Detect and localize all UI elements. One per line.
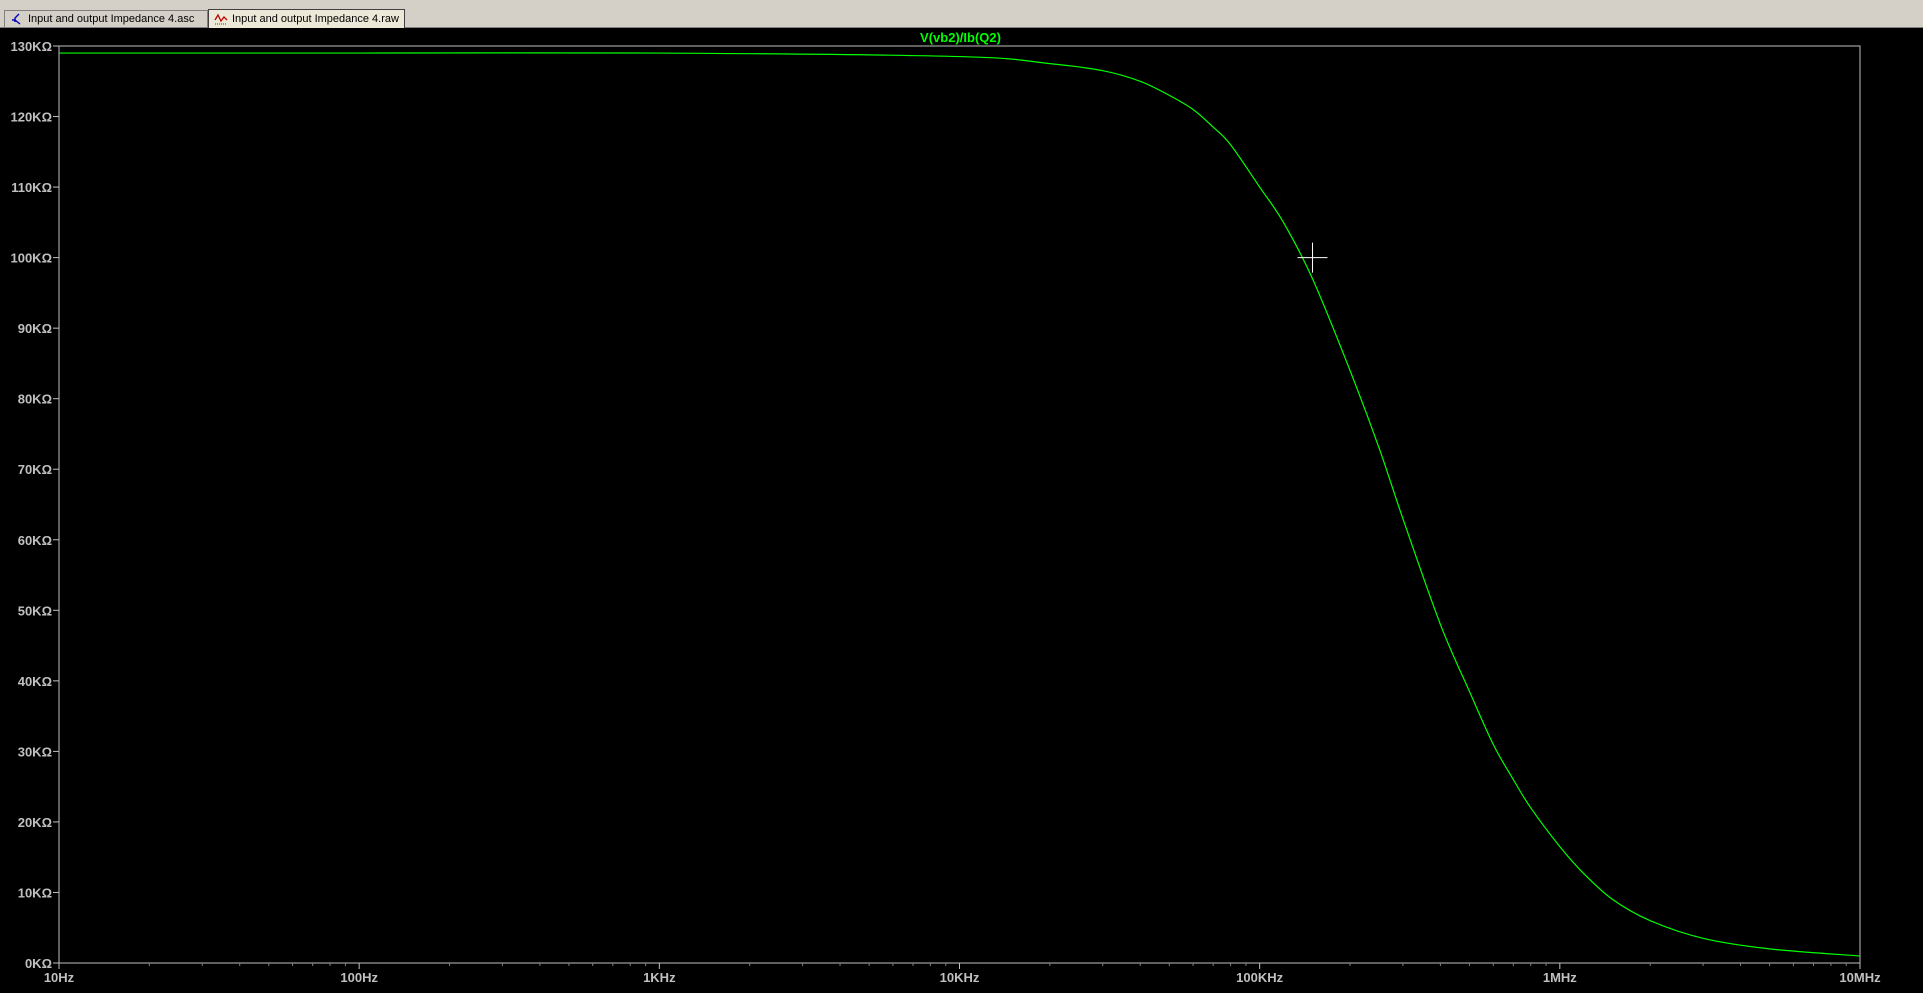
y-tick-label: 0KΩ	[25, 956, 52, 971]
x-tick-label: 1MHz	[1543, 970, 1577, 985]
waveform-icon	[214, 12, 228, 26]
x-axis-ticks	[58, 963, 1861, 969]
x-tick-label: 10MHz	[1839, 970, 1881, 985]
y-tick-label: 90KΩ	[18, 321, 52, 336]
x-tick-label: 100KHz	[1236, 970, 1283, 985]
y-axis-ticks	[53, 45, 59, 964]
plot-frame	[58, 45, 1861, 964]
x-tick-label: 100Hz	[340, 970, 378, 985]
crosshair-cursor	[1297, 242, 1328, 273]
x-tick-label: 10KHz	[940, 970, 980, 985]
y-tick-label: 80KΩ	[18, 392, 52, 407]
y-tick-label: 60KΩ	[18, 533, 52, 548]
tab-schematic[interactable]: Input and output Impedance 4.asc	[4, 10, 208, 27]
y-tick-label: 30KΩ	[18, 744, 52, 759]
schematic-icon	[10, 12, 24, 26]
trace-line[interactable]	[59, 52, 1861, 957]
x-tick-label: 1KHz	[643, 970, 676, 985]
tab-waveform-label: Input and output Impedance 4.raw	[232, 13, 399, 25]
tab-waveform[interactable]: Input and output Impedance 4.raw	[208, 9, 405, 28]
waveform-plot-pane[interactable]: 10Hz 100Hz 1KHz 10KHz 100KHz 1MHz 10MHz 0KΩ 10K…	[0, 28, 1923, 993]
x-tick-label: 10Hz	[44, 970, 75, 985]
y-tick-label: 70KΩ	[18, 462, 52, 477]
y-tick-label: 110KΩ	[11, 180, 52, 195]
waveform-chart[interactable]: 10Hz 100Hz 1KHz 10KHz 100KHz 1MHz 10MHz 0KΩ 10K…	[0, 28, 1923, 993]
y-tick-label: 20KΩ	[18, 815, 52, 830]
x-axis-labels: 10Hz 100Hz 1KHz 10KHz 100KHz 1MHz 10MHz	[44, 970, 1881, 985]
document-tab-bar: Input and output Impedance 4.asc Input a…	[0, 9, 1923, 28]
y-tick-label: 10KΩ	[18, 885, 52, 900]
y-axis-labels: 0KΩ 10KΩ 20KΩ 30KΩ 40KΩ 50KΩ 60KΩ 70KΩ 80KΩ 90KΩ 1…	[10, 39, 52, 971]
y-tick-label: 100KΩ	[10, 251, 52, 266]
y-tick-label: 120KΩ	[10, 110, 52, 125]
y-tick-label: 50KΩ	[18, 603, 52, 618]
trace-title[interactable]: V(vb2)/Ib(Q2)	[920, 30, 1001, 45]
y-tick-label: 130KΩ	[10, 39, 52, 54]
tab-schematic-label: Input and output Impedance 4.asc	[28, 13, 195, 25]
y-tick-label: 40KΩ	[18, 674, 52, 689]
